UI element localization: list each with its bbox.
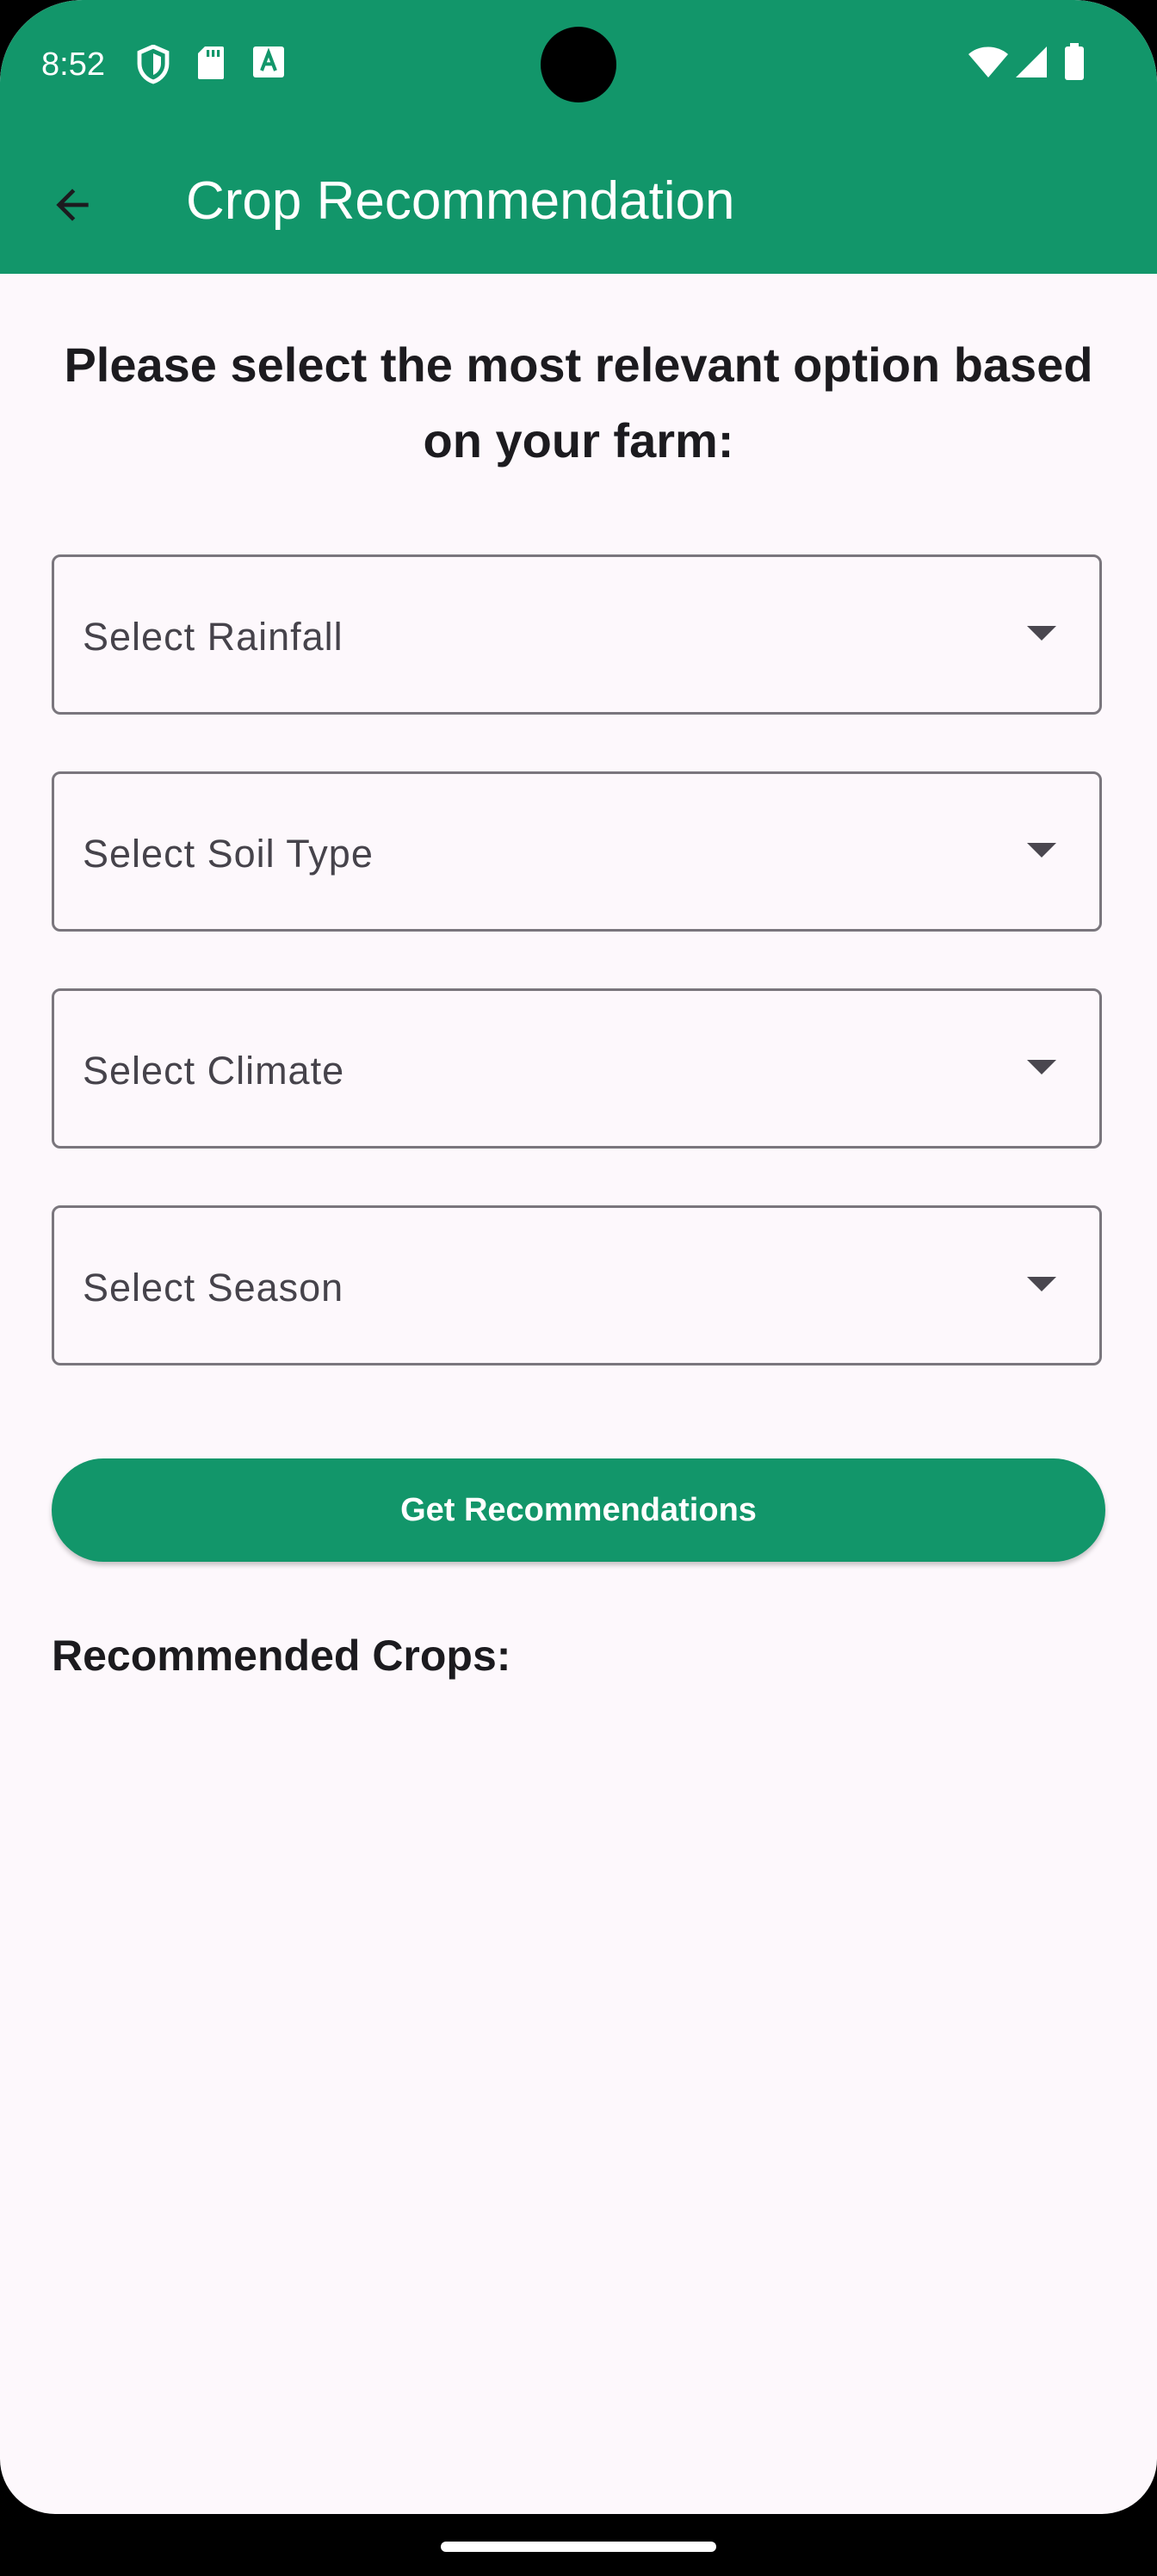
- home-indicator[interactable]: [441, 2542, 716, 2552]
- dropdown-arrow-icon: [1027, 1060, 1056, 1074]
- get-recommendations-button[interactable]: Get Recommendations: [52, 1458, 1105, 1562]
- season-dropdown[interactable]: Select Season: [52, 1205, 1102, 1365]
- climate-dropdown[interactable]: Select Climate: [52, 988, 1102, 1149]
- page-heading: Please select the most relevant option b…: [64, 337, 1093, 468]
- battery-icon: [1064, 43, 1085, 85]
- font-icon: [251, 45, 286, 84]
- arrow-back-icon: [56, 189, 89, 221]
- back-button[interactable]: [34, 167, 110, 243]
- app-screen: 8:52 Crop Recommendation Please select t…: [0, 0, 1157, 2514]
- rainfall-dropdown[interactable]: Select Rainfall: [52, 554, 1102, 715]
- wifi-icon: [968, 46, 1009, 84]
- dropdown-arrow-icon: [1027, 1277, 1056, 1291]
- dropdown-arrow-icon: [1027, 626, 1056, 641]
- recommended-crops-title: Recommended Crops:: [52, 1632, 511, 1680]
- dropdown-label: Select Season: [83, 1266, 344, 1310]
- sd-card-icon: [196, 45, 226, 85]
- app-bar: Crop Recommendation: [0, 129, 1157, 274]
- status-bar: 8:52: [0, 0, 1157, 129]
- dropdown-label: Select Climate: [83, 1049, 345, 1093]
- front-camera: [541, 27, 616, 102]
- dropdown-arrow-icon: [1027, 843, 1056, 858]
- dropdown-label: Select Soil Type: [83, 832, 374, 876]
- app-title: Crop Recommendation: [186, 171, 735, 231]
- dropdown-label: Select Rainfall: [83, 615, 343, 659]
- cell-signal-icon: [1014, 45, 1049, 84]
- soil-type-dropdown[interactable]: Select Soil Type: [52, 771, 1102, 932]
- shield-icon: [136, 44, 170, 89]
- status-time: 8:52: [41, 46, 105, 83]
